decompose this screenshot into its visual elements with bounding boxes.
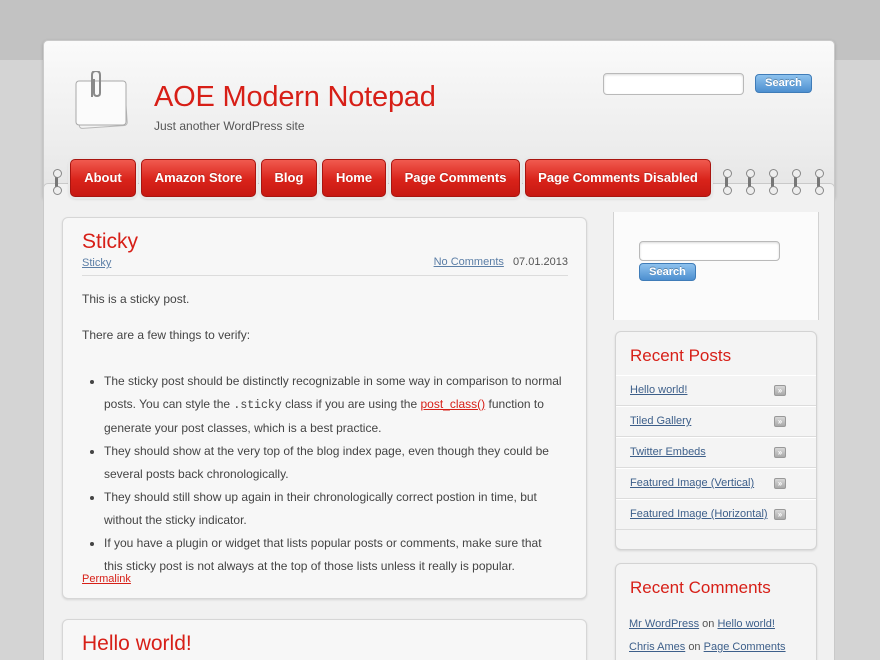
nav-item-amazon-store[interactable]: Amazon Store	[141, 159, 256, 197]
header-search-button[interactable]: Search	[755, 74, 812, 93]
site-description: Just another WordPress site	[154, 119, 305, 133]
binder-ring-icon	[815, 169, 824, 195]
post-title[interactable]: Sticky	[82, 230, 138, 254]
list-item: The sticky post should be distinctly rec…	[104, 370, 562, 440]
sidebar-search-button[interactable]: Search	[639, 263, 696, 281]
list-item: Tiled Gallery »	[616, 406, 816, 437]
comment-item: Chris Ames on Page Comments	[629, 641, 786, 653]
recent-post-link[interactable]: Twitter Embeds	[630, 446, 706, 458]
list-item: Twitter Embeds »	[616, 437, 816, 468]
recent-comments-widget: Recent Comments Mr WordPress on Hello wo…	[615, 563, 817, 660]
list-item: Hello world! »	[616, 375, 816, 406]
nav-item-page-comments-disabled[interactable]: Page Comments Disabled	[525, 159, 711, 197]
post-paragraph: This is a sticky post.	[82, 292, 190, 306]
binder-ring-icon	[792, 169, 801, 195]
comment-item: Mr WordPress on Hello world!	[629, 618, 775, 630]
binder-ring-icon	[723, 169, 732, 195]
nav-item-page-comments[interactable]: Page Comments	[391, 159, 520, 197]
comment-post-link[interactable]: Page Comments	[704, 641, 786, 653]
widget-title: Recent Comments	[630, 578, 771, 597]
comments-link[interactable]: No Comments	[434, 256, 504, 268]
post-date: 07.01.2013	[512, 256, 568, 268]
hello-world-post: Hello world!	[62, 619, 587, 660]
recent-post-link[interactable]: Featured Image (Horizontal)	[630, 508, 768, 520]
post-content: This is a sticky post. There are a few t…	[82, 288, 562, 578]
post-meta: No Comments 07.01.2013	[434, 256, 568, 268]
comment-author-link[interactable]: Chris Ames	[629, 641, 685, 653]
post-paragraph: There are a few things to verify:	[82, 328, 251, 342]
sticky-note-paperclip-icon[interactable]	[74, 69, 132, 129]
arrow-right-icon[interactable]: »	[774, 447, 786, 458]
nav-item-about[interactable]: About	[70, 159, 136, 197]
comment-on-text: on	[702, 618, 715, 630]
post-list: The sticky post should be distinctly rec…	[104, 370, 562, 578]
arrow-right-icon[interactable]: »	[774, 509, 786, 520]
recent-post-link[interactable]: Tiled Gallery	[630, 415, 691, 427]
recent-post-link[interactable]: Featured Image (Vertical)	[630, 477, 754, 489]
binder-ring-icon	[769, 169, 778, 195]
arrow-right-icon[interactable]: »	[774, 385, 786, 396]
list-item: Featured Image (Vertical) »	[616, 468, 816, 499]
binder-ring-icon	[53, 169, 62, 195]
list-item: If you have a plugin or widget that list…	[104, 532, 562, 578]
post-category-link[interactable]: Sticky	[82, 257, 111, 269]
list-text: class if you are using the	[281, 397, 421, 411]
arrow-right-icon[interactable]: »	[774, 478, 786, 489]
sidebar-search-widget: Search	[613, 212, 819, 320]
site-title[interactable]: AOE Modern Notepad	[154, 81, 436, 114]
list-item: They should still show up again in their…	[104, 486, 562, 532]
recent-post-link[interactable]: Hello world!	[630, 384, 687, 396]
comment-post-link[interactable]: Hello world!	[717, 618, 774, 630]
list-item: Featured Image (Horizontal) »	[616, 499, 816, 530]
inline-code: .sticky	[233, 399, 282, 412]
post-title[interactable]: Hello world!	[82, 632, 192, 656]
sticky-post: Sticky Sticky No Comments 07.01.2013 Thi…	[62, 217, 587, 599]
permalink-link[interactable]: Permalink	[82, 573, 131, 585]
sidebar-search-input[interactable]	[639, 241, 780, 261]
post-class-link[interactable]: post_class()	[420, 397, 485, 411]
binder-ring-icon	[746, 169, 755, 195]
comment-author-link[interactable]: Mr WordPress	[629, 618, 699, 630]
widget-title: Recent Posts	[630, 346, 732, 365]
comment-on-text: on	[688, 641, 701, 653]
header-search-input[interactable]	[603, 73, 744, 95]
nav-item-blog[interactable]: Blog	[261, 159, 317, 197]
list-item: They should show at the very top of the …	[104, 440, 562, 486]
recent-posts-widget: Recent Posts Hello world! » Tiled Galler…	[615, 331, 817, 550]
nav-item-home[interactable]: Home	[322, 159, 386, 197]
arrow-right-icon[interactable]: »	[774, 416, 786, 427]
meta-divider	[82, 275, 568, 276]
